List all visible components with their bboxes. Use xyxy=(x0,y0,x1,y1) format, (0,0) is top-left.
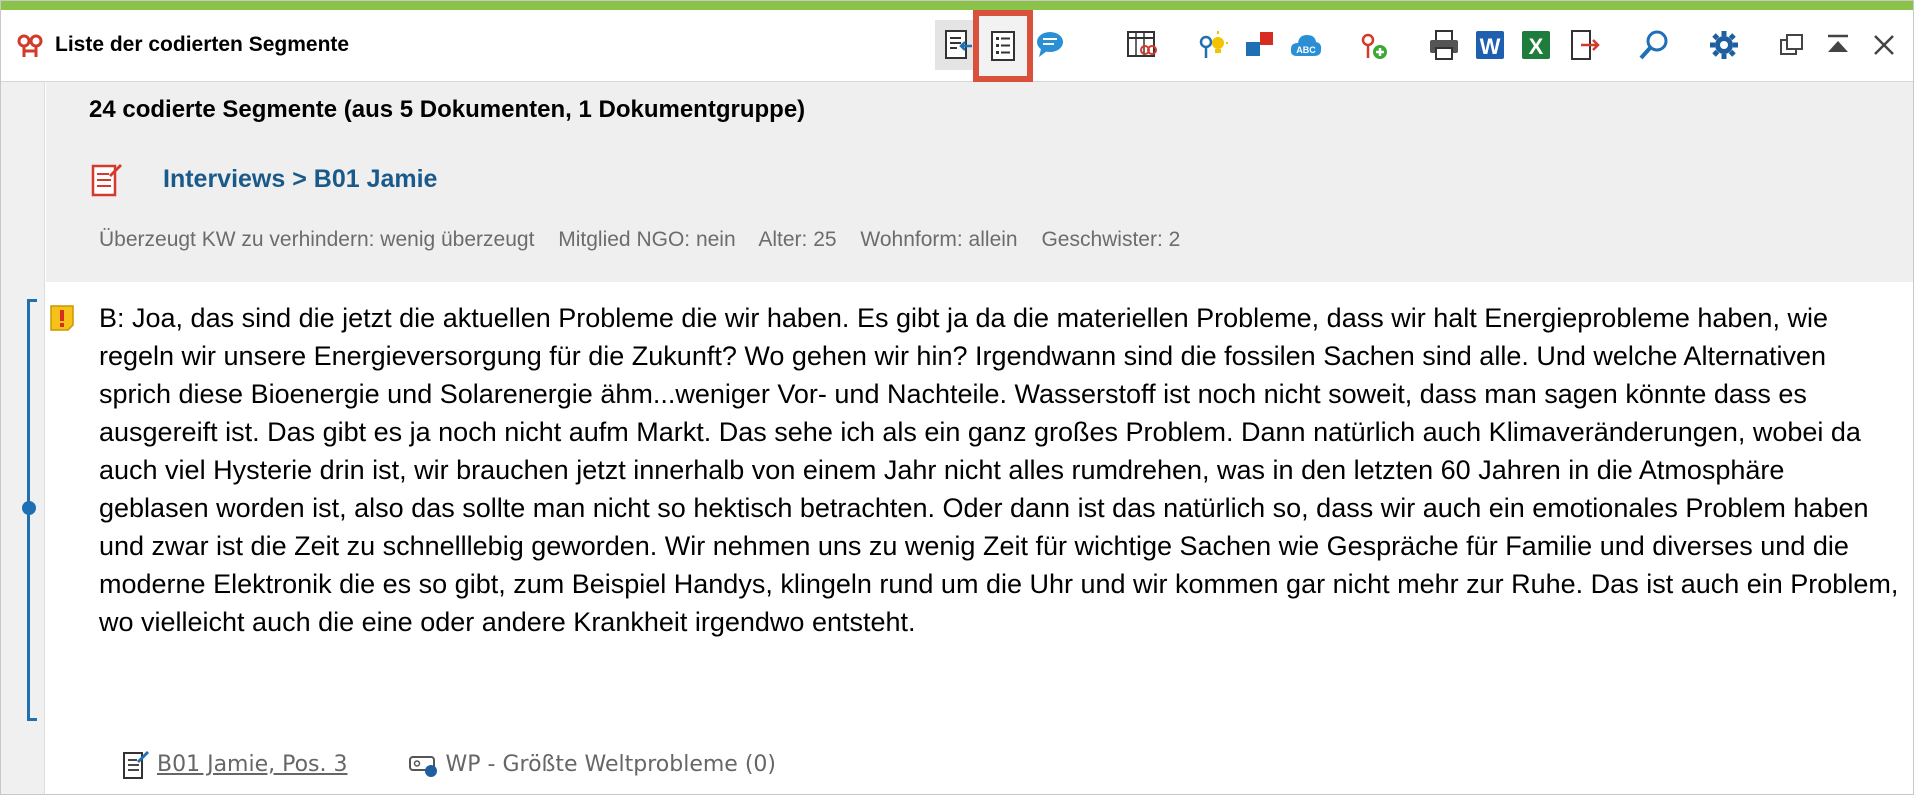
window-title: Liste der codierten Segmente xyxy=(55,33,350,56)
window-accent-bar xyxy=(1,1,1913,10)
excel-export-button[interactable]: X xyxy=(1513,20,1559,70)
close-icon xyxy=(1874,35,1894,55)
search-icon xyxy=(1639,30,1668,60)
coded-segment-text: B: Joa, das sind die jetzt die aktuellen… xyxy=(99,303,1899,637)
source-position-link[interactable]: B01 Jamie, Pos. 3 xyxy=(157,752,348,777)
print-button[interactable] xyxy=(1421,20,1467,70)
coded-segments-window: Liste der codierten Segmente ABC W X 24 … xyxy=(0,0,1914,795)
document-edit-icon xyxy=(123,751,149,779)
export-icon xyxy=(1571,30,1600,60)
collapse-button[interactable] xyxy=(1815,20,1861,70)
document-path-link[interactable]: Interviews > B01 Jamie xyxy=(163,163,437,195)
undock-window-button[interactable] xyxy=(1769,20,1815,70)
svg-text:X: X xyxy=(1529,34,1544,59)
search-button[interactable] xyxy=(1631,20,1677,70)
excel-export-icon: X xyxy=(1522,31,1550,59)
variable-item: Überzeugt KW zu verhindern: wenig überze… xyxy=(99,228,535,251)
export-document-icon xyxy=(945,30,972,59)
segment-source-row: B01 Jamie, Pos. 3 WP - Größte Weltproble… xyxy=(121,746,776,782)
document-edit-icon xyxy=(91,164,122,197)
list-view-icon xyxy=(991,31,1015,61)
word-cloud-button[interactable]: ABC xyxy=(1283,20,1329,70)
memo-icon[interactable] xyxy=(48,303,76,333)
variable-item: Geschwister: 2 xyxy=(1041,228,1181,251)
segments-summary: 24 codierte Segmente (aus 5 Dokumenten, … xyxy=(89,96,806,123)
document-variables: Überzeugt KW zu verhindern: wenig überze… xyxy=(99,225,1198,255)
variable-item: Mitglied NGO: nein xyxy=(558,228,736,251)
code-tag-icon xyxy=(408,756,437,777)
toolbar: Liste der codierten Segmente ABC W X xyxy=(1,10,1913,82)
idea-codes-icon xyxy=(1199,31,1228,58)
word-export-button[interactable]: W xyxy=(1467,20,1513,70)
export-button[interactable] xyxy=(1561,20,1607,70)
word-export-icon: W xyxy=(1476,31,1504,59)
add-code-button[interactable] xyxy=(1351,20,1397,70)
settings-icon xyxy=(1710,31,1738,59)
matrix-codes-button[interactable] xyxy=(1119,20,1165,70)
close-button[interactable] xyxy=(1861,20,1907,70)
comment-icon xyxy=(1037,32,1063,57)
print-icon xyxy=(1430,30,1458,60)
app-logo-icon xyxy=(17,34,43,57)
svg-text:ABC: ABC xyxy=(1296,45,1316,55)
comment-button[interactable] xyxy=(1027,20,1073,70)
word-cloud-icon: ABC xyxy=(1290,35,1322,56)
color-codes-button[interactable] xyxy=(1237,20,1283,70)
settings-button[interactable] xyxy=(1701,20,1747,70)
color-codes-icon xyxy=(1246,32,1273,56)
variable-item: Wohnform: allein xyxy=(860,228,1018,251)
idea-codes-button[interactable] xyxy=(1189,20,1235,70)
undock-window-icon xyxy=(1780,34,1803,55)
matrix-codes-icon xyxy=(1127,31,1157,57)
collapse-icon xyxy=(1828,34,1848,52)
variable-item: Alter: 25 xyxy=(758,228,837,251)
svg-text:W: W xyxy=(1480,34,1501,59)
segment-marker-dot[interactable] xyxy=(22,501,36,515)
code-label[interactable]: WP - Größte Weltprobleme (0) xyxy=(446,752,776,777)
left-margin xyxy=(1,82,45,794)
list-view-button[interactable] xyxy=(973,10,1033,82)
add-code-icon xyxy=(1361,33,1387,59)
